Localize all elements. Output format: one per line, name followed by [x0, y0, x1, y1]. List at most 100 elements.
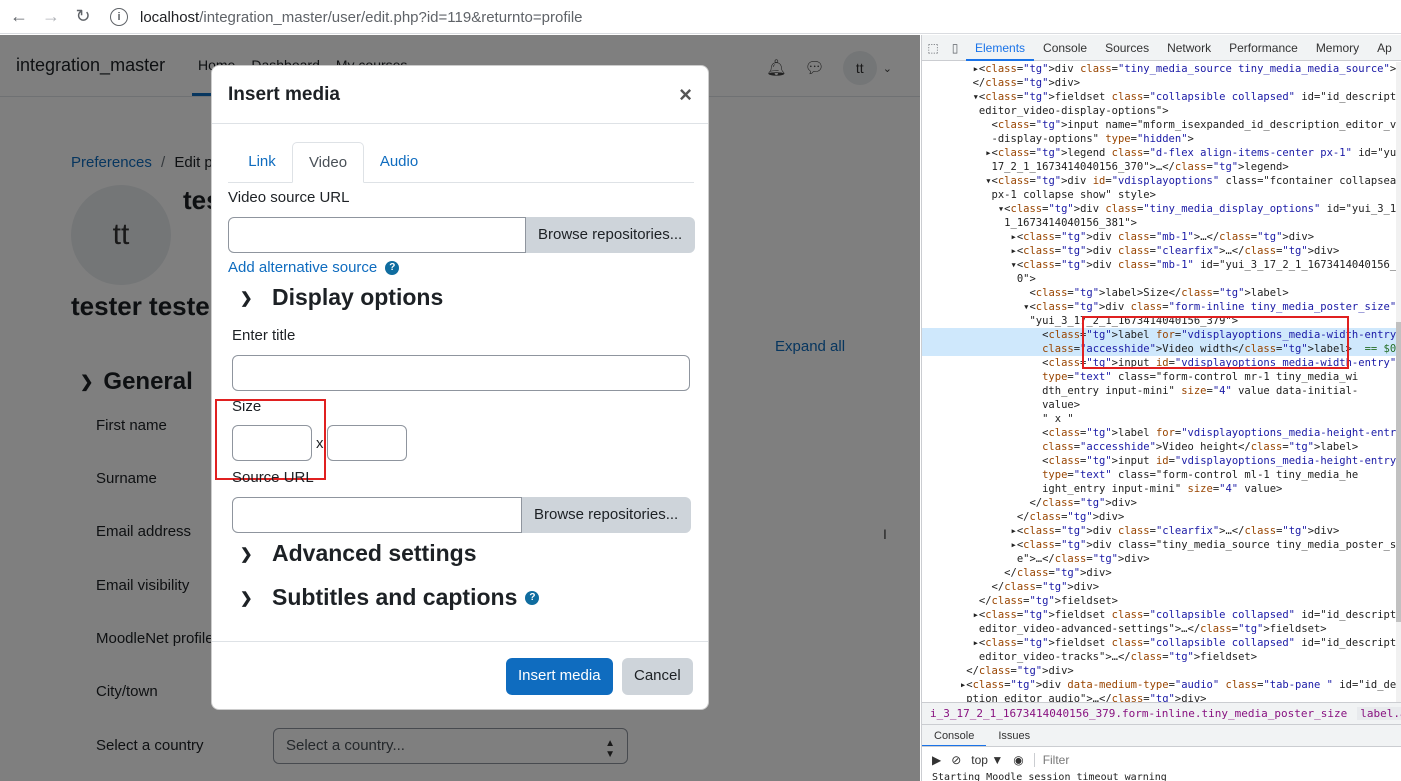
tab-network[interactable]: Network: [1158, 35, 1220, 61]
dom-node-line[interactable]: 17_2_1_1673414040156_370">…</class="tg">…: [922, 160, 1396, 174]
dom-node-line[interactable]: dth_entry input-mini" size="4" value dat…: [922, 384, 1396, 398]
dom-node-line[interactable]: 1_1673414040156_381">: [922, 216, 1396, 230]
dom-node-line[interactable]: <class="tg">label>Size</class="tg">label…: [922, 286, 1396, 300]
dom-node-line[interactable]: type="text" class="form-control mr-1 tin…: [922, 370, 1396, 384]
dom-node-line[interactable]: <class="tg">label for="vdisplayoptions_m…: [922, 426, 1396, 440]
modal-footer: Insert media Cancel: [212, 641, 708, 709]
help-icon[interactable]: ?: [385, 260, 400, 275]
dom-node-line[interactable]: ▾<class="tg">fieldset class="collapsible…: [922, 90, 1396, 104]
advanced-settings-heading: Advanced settings: [272, 540, 477, 566]
eye-icon[interactable]: ◉: [1013, 753, 1023, 767]
poster-source-group: Browse repositories...: [232, 497, 692, 533]
drawer-tab-console[interactable]: Console: [922, 725, 987, 747]
add-alternative-source-link[interactable]: Add alternative source ?: [228, 259, 400, 276]
inspect-element-icon[interactable]: ⬚: [922, 41, 944, 55]
dom-node-line[interactable]: ▸<class="tg">div class="tiny_media_sourc…: [922, 538, 1397, 552]
reload-icon[interactable]: ↻: [70, 4, 96, 30]
tab-elements[interactable]: Elements: [966, 35, 1035, 61]
dom-node-line[interactable]: px-1 collapse show" style>: [922, 188, 1396, 202]
dom-node-line[interactable]: editor_video-display-options">: [922, 104, 1396, 118]
dom-node-line[interactable]: ▸<class="tg">fieldset class="collapsible…: [922, 636, 1396, 650]
forward-icon[interactable]: →: [38, 4, 64, 30]
dom-node-line[interactable]: ▸<class="tg">fieldset class="collapsible…: [922, 608, 1396, 622]
height-input[interactable]: [327, 425, 407, 461]
context-select[interactable]: top ▼: [971, 753, 1003, 767]
dom-node-line[interactable]: ▾<class="tg">div class="mb-1" id="yui_3_…: [922, 258, 1397, 272]
browse-repositories-button[interactable]: Browse repositories...: [522, 497, 692, 533]
dom-node-line[interactable]: ▸<class="tg">div class="clearfix">…</cla…: [922, 524, 1396, 538]
dom-breadcrumb-div[interactable]: i_3_17_2_1_1673414040156_379.form-inline…: [930, 707, 1347, 720]
dom-node-line[interactable]: ▸<class="tg">div class="clearfix">…</cla…: [922, 244, 1396, 258]
dom-node-line[interactable]: ▸<class="tg">div data-medium-type="audio…: [922, 678, 1396, 692]
tab-audio[interactable]: Audio: [374, 142, 424, 183]
moodle-page: integration_master Home Dashboard My cou…: [0, 35, 920, 781]
dom-node-line[interactable]: </class="tg">div>: [922, 496, 1396, 510]
dom-node-line[interactable]: e">…</class="tg">div>: [922, 552, 1396, 566]
elements-scrollbar[interactable]: [1396, 62, 1401, 702]
tab-performance[interactable]: Performance: [1220, 35, 1307, 61]
insert-media-button[interactable]: Insert media: [506, 658, 613, 695]
dom-node-line[interactable]: ▸<class="tg">div class="mb-1">…</class="…: [922, 230, 1396, 244]
advanced-settings-toggle[interactable]: ❯ Advanced settings: [240, 540, 477, 567]
close-icon[interactable]: ×: [679, 82, 692, 108]
dom-node-line[interactable]: 0">: [922, 272, 1396, 286]
console-filter-input[interactable]: Filter: [1033, 752, 1069, 767]
dom-node-line[interactable]: </class="tg">div>: [922, 664, 1396, 678]
dom-node-line[interactable]: <class="tg">input name="mform_isexpanded…: [922, 118, 1396, 132]
dom-node-line[interactable]: -display-options" type="hidden">: [922, 132, 1396, 146]
subtitles-toggle[interactable]: ❯ Subtitles and captions ?: [240, 584, 540, 611]
sidebar-toggle-icon[interactable]: ▶: [932, 753, 941, 767]
dom-node-line[interactable]: ▸<class="tg">legend class="d-flex align-…: [922, 146, 1396, 160]
drawer-tabs: Console Issues: [922, 724, 1401, 747]
subtitles-heading: Subtitles and captions: [272, 584, 518, 610]
help-icon[interactable]: ?: [525, 590, 540, 605]
dom-node-line[interactable]: </class="tg">div>: [922, 76, 1396, 90]
chevron-down-icon: ❯: [240, 289, 253, 307]
tab-console[interactable]: Console: [1034, 35, 1096, 61]
video-source-group: Browse repositories...: [228, 217, 696, 253]
dom-node-line[interactable]: <class="tg">input id="vdisplayoptions_me…: [922, 454, 1396, 468]
clear-console-icon[interactable]: ⊘: [951, 753, 961, 767]
dom-breadcrumb-label[interactable]: label.accesshide: [1357, 707, 1401, 720]
browser-toolbar: ← → ↻ i localhost/integration_master/use…: [0, 0, 1401, 34]
display-options-toggle[interactable]: ❯ Display options: [240, 284, 443, 311]
site-info-icon[interactable]: i: [110, 8, 128, 26]
media-tabs: Link Video Audio: [228, 142, 694, 183]
video-source-label: Video source URL: [228, 189, 350, 206]
dom-node-line[interactable]: </class="tg">div>: [922, 510, 1396, 524]
dom-node-line[interactable]: </class="tg">div>: [922, 580, 1396, 594]
console-toolbar: ▶ ⊘ top ▼ ◉ Filter: [922, 746, 1401, 772]
poster-source-input[interactable]: [232, 497, 522, 533]
dom-node-line[interactable]: ▾<class="tg">div class="tiny_media_displ…: [922, 202, 1396, 216]
cancel-button[interactable]: Cancel: [622, 658, 693, 695]
dom-node-line[interactable]: ▾<class="tg">div class="form-inline tiny…: [922, 300, 1396, 314]
address-bar[interactable]: i localhost/integration_master/user/edit…: [110, 4, 583, 30]
title-input[interactable]: [232, 355, 690, 391]
dom-node-line[interactable]: ▸<class="tg">div class="tiny_media_sourc…: [922, 62, 1396, 76]
chevron-right-icon: ❯: [240, 545, 253, 563]
tab-sources[interactable]: Sources: [1096, 35, 1158, 61]
device-toolbar-icon[interactable]: ▯: [944, 41, 966, 55]
video-source-input[interactable]: [228, 217, 526, 253]
browse-repositories-button[interactable]: Browse repositories...: [526, 217, 696, 253]
dom-node-line[interactable]: ▾<class="tg">div id="vdisplayoptions" cl…: [922, 174, 1396, 188]
dom-node-line[interactable]: editor_video-advanced-settings">…</class…: [922, 622, 1396, 636]
tab-video[interactable]: Video: [292, 142, 364, 183]
devtools-panel: ⬚ ▯ Elements Console Sources Network Per…: [921, 35, 1401, 781]
dom-node-line[interactable]: editor_video-tracks">…</class="tg">field…: [922, 650, 1396, 664]
dom-node-line[interactable]: " x ": [922, 412, 1396, 426]
scrollbar-thumb[interactable]: [1396, 322, 1401, 622]
dom-node-line[interactable]: </class="tg">div>: [922, 566, 1396, 580]
back-icon[interactable]: ←: [6, 4, 32, 30]
dom-node-line[interactable]: type="text" class="form-control ml-1 tin…: [922, 468, 1396, 482]
dom-node-line[interactable]: class="accesshide">Video height</class="…: [922, 440, 1396, 454]
drawer-tab-issues[interactable]: Issues: [986, 725, 1042, 747]
dom-node-line[interactable]: value>: [922, 398, 1396, 412]
tab-memory[interactable]: Memory: [1307, 35, 1368, 61]
tab-link[interactable]: Link: [242, 142, 282, 183]
insert-media-modal: Insert media × Link Video Audio Video so…: [211, 65, 709, 710]
tab-application[interactable]: Ap: [1368, 35, 1401, 61]
dom-node-line[interactable]: ight_entry input-mini" size="4" value>: [922, 482, 1396, 496]
text-cursor-icon: I: [883, 526, 887, 542]
dom-node-line[interactable]: </class="tg">fieldset>: [922, 594, 1396, 608]
